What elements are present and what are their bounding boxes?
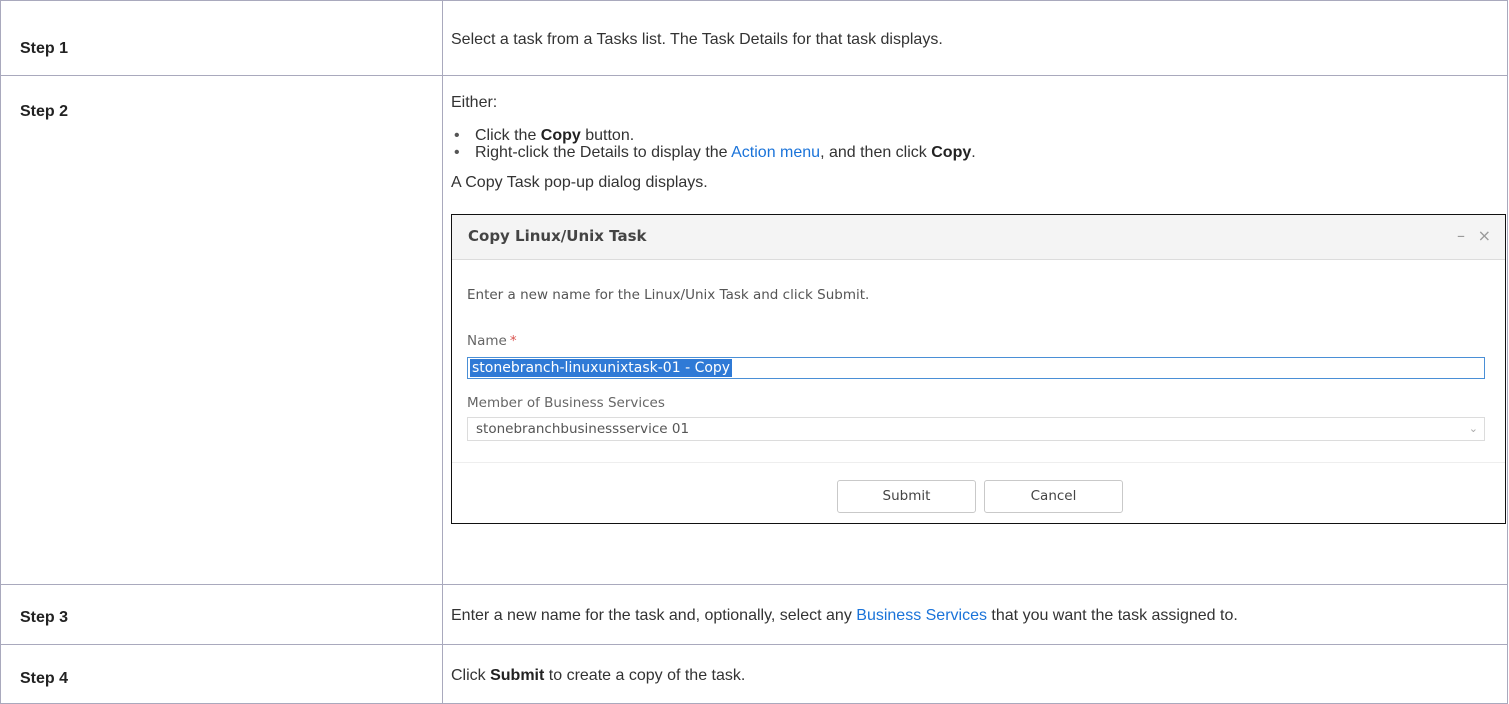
dialog-title: Copy Linux/Unix Task [468, 227, 647, 245]
list-item: • Right-click the Details to display the… [451, 144, 1507, 161]
step-text: Enter a new name for the task and, optio… [443, 606, 1507, 626]
option-text: . [971, 144, 976, 161]
step-row-3: Step 3 Enter a new name for the task and… [0, 584, 1508, 645]
option-bold: Copy [931, 144, 972, 161]
step-text-part: Click [451, 667, 491, 684]
list-item: • Click the Copy button. [451, 127, 1507, 144]
chevron-down-icon[interactable]: ⌄ [1469, 422, 1478, 435]
step-label-cell: Step 1 [0, 0, 443, 76]
option-text: Click the [475, 127, 541, 144]
minimize-icon[interactable]: – [1457, 226, 1465, 245]
step-content-cell: Click Submit to create a copy of the tas… [442, 644, 1508, 704]
name-label: Name * [467, 333, 517, 349]
step-row-4: Step 4 Click Submit to create a copy of … [0, 644, 1508, 704]
step-content-cell: Either: • Click the Copy button. • Right… [442, 75, 1508, 585]
step-label: Step 1 [20, 40, 69, 57]
step-after-text: A Copy Task pop-up dialog displays. [451, 174, 708, 191]
step-row-2: Step 2 Either: • Click the Copy button. … [0, 75, 1508, 585]
option-text: button. [580, 127, 635, 144]
dialog-instruction: Enter a new name for the Linux/Unix Task… [467, 287, 870, 303]
step-text: Select a task from a Tasks list. The Tas… [451, 31, 943, 48]
name-input-selected-text[interactable]: stonebranch-linuxunixtask-01 - Copy [470, 359, 733, 377]
dialog-header: Copy Linux/Unix Task – × [452, 215, 1505, 260]
option-list: • Click the Copy button. • Right-click t… [443, 127, 1507, 161]
bullet-icon: • [454, 127, 460, 144]
name-label-text: Name [467, 333, 507, 349]
step-text-part: that you want the task assigned to. [986, 607, 1238, 624]
step-row-1: Step 1 Select a task from a Tasks list. … [0, 0, 1508, 76]
business-services-value: stonebranchbusinessservice 01 [476, 421, 690, 437]
step-bold: Submit [490, 667, 545, 684]
step-label-cell: Step 2 [0, 75, 443, 585]
bullet-icon: • [454, 144, 460, 161]
dialog-footer-divider [452, 462, 1505, 463]
business-services-select[interactable]: stonebranchbusinessservice 01 ⌄ [467, 417, 1485, 441]
dialog-screenshot-wrapper: Copy Linux/Unix Task – × Enter a new nam… [443, 214, 1507, 524]
business-services-label: Member of Business Services [467, 395, 665, 411]
step-intro: Either: [451, 94, 498, 111]
business-services-link[interactable]: Business Services [856, 607, 987, 624]
close-icon[interactable]: × [1478, 226, 1491, 245]
step-label: Step 3 [20, 609, 69, 626]
name-input[interactable]: stonebranch-linuxunixtask-01 - Copy [467, 357, 1485, 379]
copy-task-dialog: Copy Linux/Unix Task – × Enter a new nam… [451, 214, 1506, 524]
step-content-cell: Enter a new name for the task and, optio… [442, 584, 1508, 645]
required-marker: * [509, 333, 517, 349]
steps-table: Step 1 Select a task from a Tasks list. … [0, 0, 1508, 704]
option-text: Right-click the Details to display the [475, 144, 732, 161]
step-label-cell: Step 4 [0, 644, 443, 704]
option-text: , and then click [820, 144, 932, 161]
cancel-button[interactable]: Cancel [984, 480, 1123, 513]
step-text-part: Enter a new name for the task and, optio… [451, 607, 857, 624]
option-bold: Copy [540, 127, 581, 144]
step-text: Click Submit to create a copy of the tas… [443, 666, 1507, 686]
step-text-part: to create a copy of the task. [544, 667, 746, 684]
submit-button[interactable]: Submit [837, 480, 976, 513]
step-label: Step 2 [20, 103, 69, 120]
action-menu-link[interactable]: Action menu [731, 144, 820, 161]
step-label: Step 4 [20, 670, 69, 687]
step-label-cell: Step 3 [0, 584, 443, 645]
step-content-cell: Select a task from a Tasks list. The Tas… [442, 0, 1508, 76]
